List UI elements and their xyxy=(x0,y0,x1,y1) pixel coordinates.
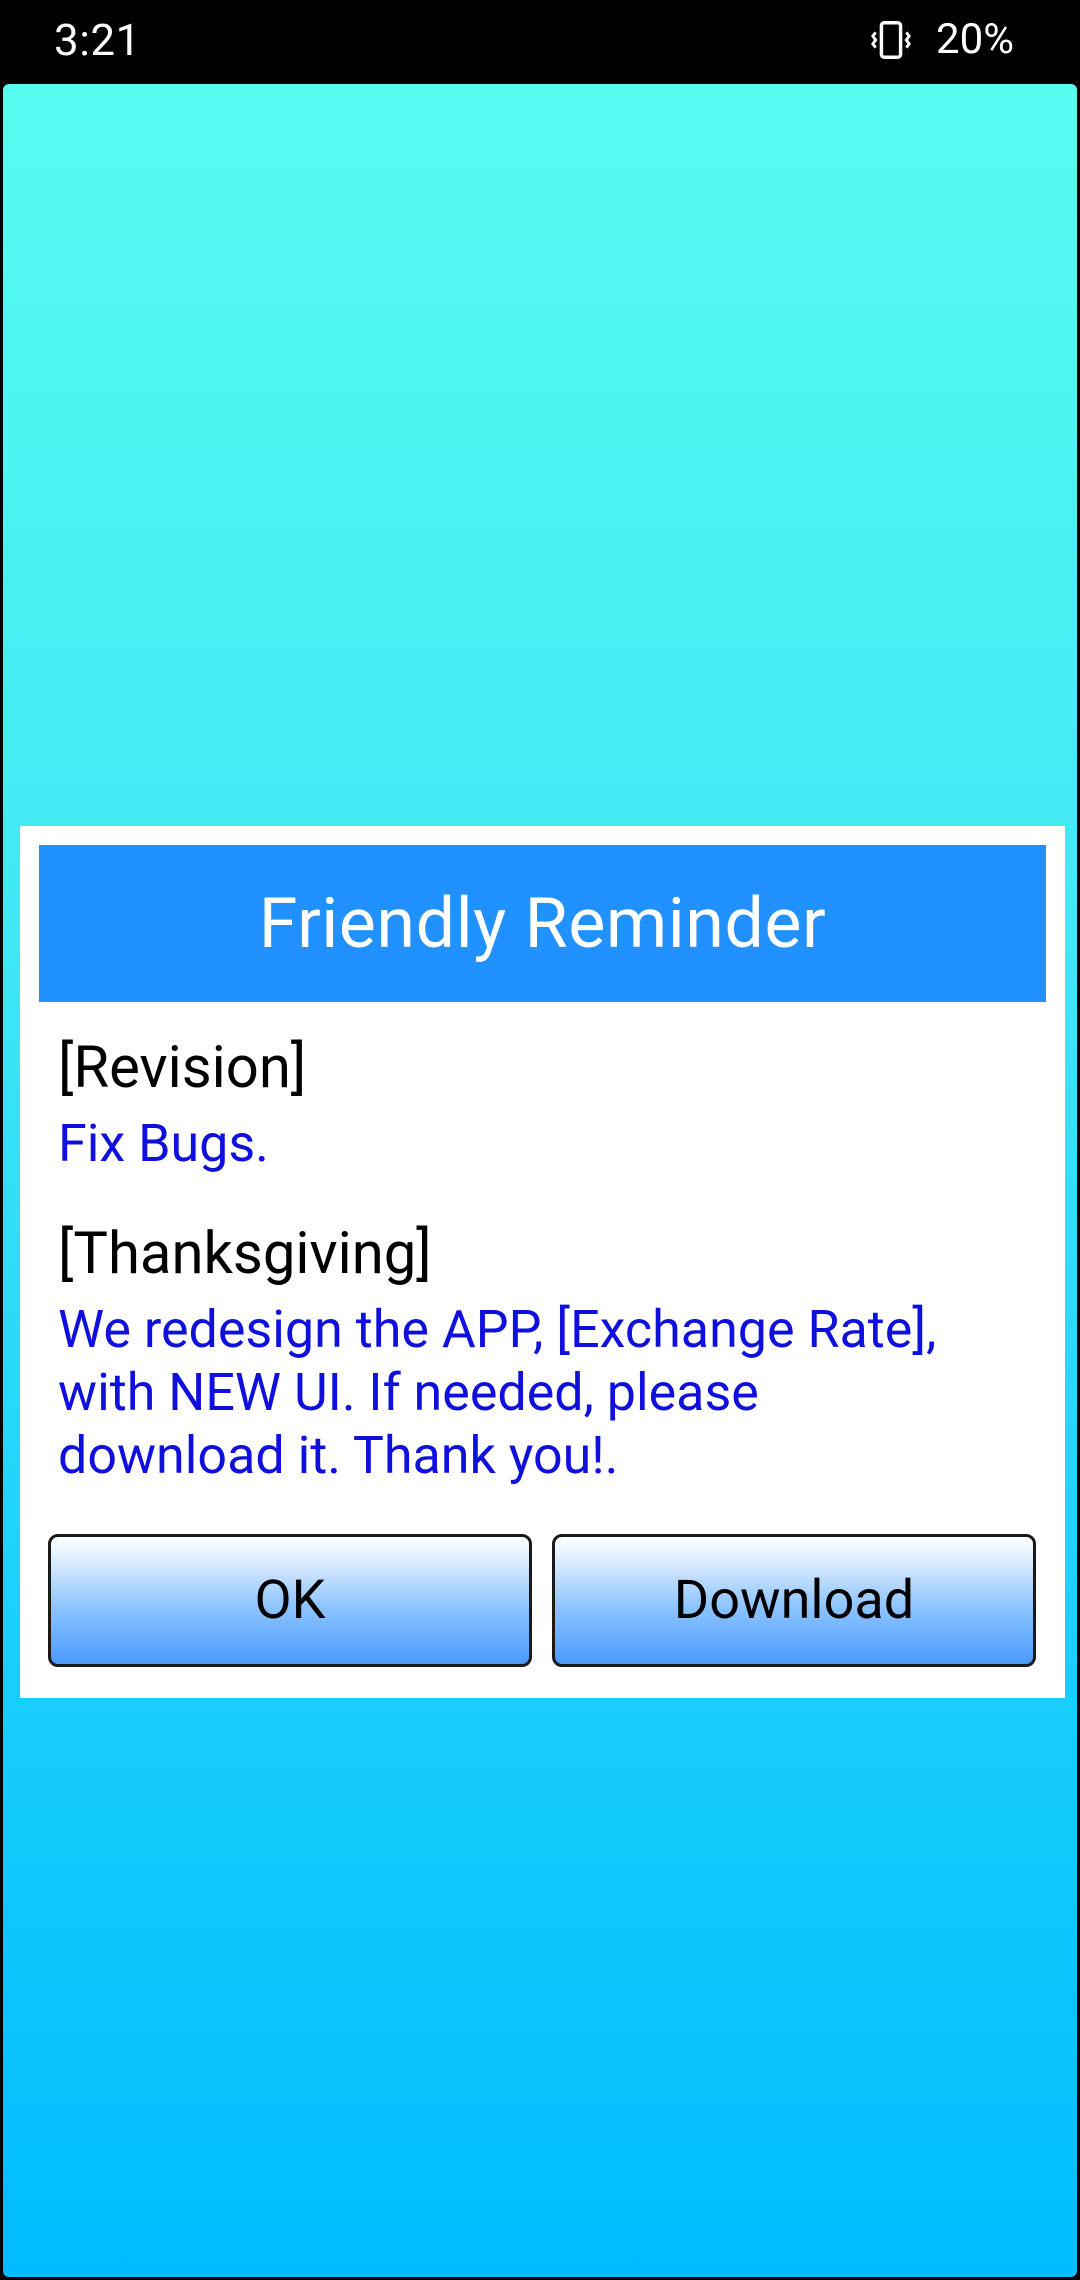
battery-percentage: 20% xyxy=(936,15,1014,64)
reminder-dialog: Friendly Reminder [Revision] Fix Bugs. [… xyxy=(20,826,1065,1698)
vibrate-icon xyxy=(871,21,912,59)
status-indicators: 20% xyxy=(868,14,1014,66)
thanksgiving-heading: [Thanksgiving] xyxy=(58,1220,432,1288)
app-background: Friendly Reminder [Revision] Fix Bugs. [… xyxy=(3,84,1077,2277)
thanksgiving-text: We redesign the APP, [Exchange Rate], wi… xyxy=(58,1299,937,1486)
dialog-body: [Revision] Fix Bugs. [Thanksgiving] We r… xyxy=(58,1034,978,1487)
ok-button[interactable]: OK xyxy=(48,1534,532,1667)
status-bar: 3:21 20% xyxy=(0,0,1080,80)
revision-text: Fix Bugs. xyxy=(58,1113,269,1174)
download-button[interactable]: Download xyxy=(552,1534,1036,1667)
dialog-title: Friendly Reminder xyxy=(258,882,827,965)
revision-heading: [Revision] xyxy=(58,1034,307,1102)
dialog-header: Friendly Reminder xyxy=(39,845,1046,1002)
status-time: 3:21 xyxy=(54,14,141,66)
